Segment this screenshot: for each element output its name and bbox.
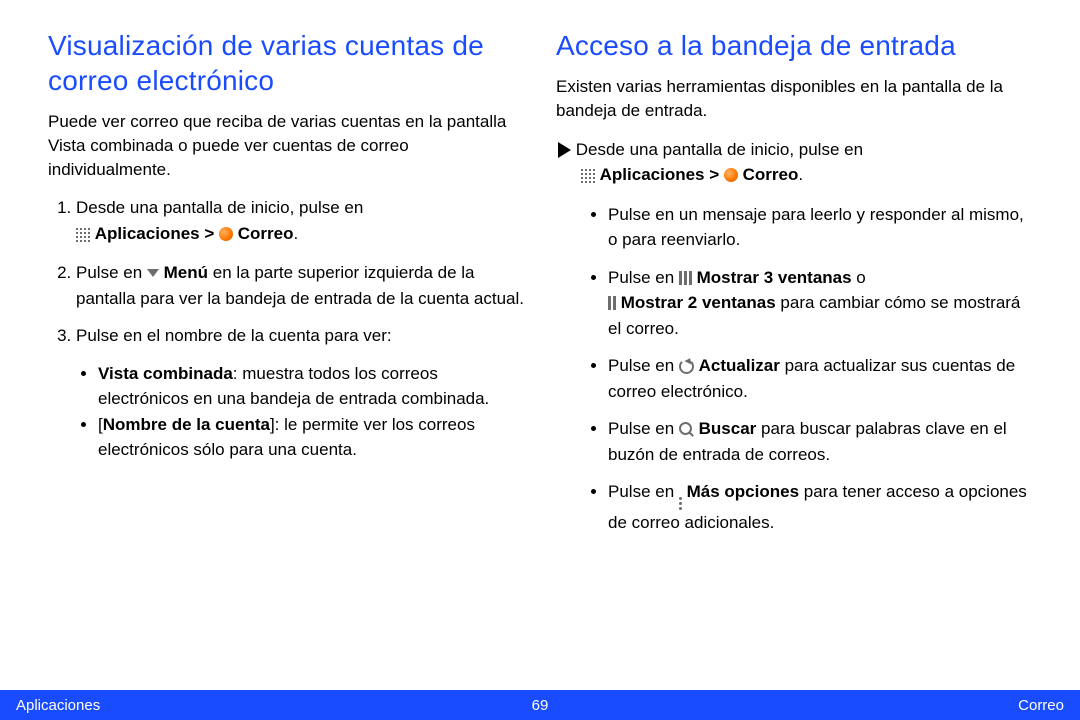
b5-more: Más opciones <box>687 482 799 501</box>
step-1-text-a: Desde una pantalla de inicio, pulse en <box>76 198 363 217</box>
apps-grid-icon <box>76 223 90 249</box>
step-3-text: Pulse en el nombre de la cuenta para ver… <box>76 326 392 345</box>
lead-step-right: Desde una pantalla de inicio, pulse en A… <box>556 137 1032 190</box>
step-1-apps: Aplicaciones <box>95 224 200 243</box>
b5-prefix: Pulse en <box>608 482 679 501</box>
b2-prefix: Pulse en <box>608 268 679 287</box>
intro-paragraph-right: Existen varias herramientas disponibles … <box>556 75 1032 123</box>
b2-show2: Mostrar 2 ventanas <box>621 293 776 312</box>
lead-apps: Aplicaciones <box>600 165 705 184</box>
footer-left: Aplicaciones <box>16 697 100 714</box>
step-1-mail: Correo <box>238 224 294 243</box>
step-1-greater: > <box>200 224 219 243</box>
page-footer: Aplicaciones 69 Correo <box>0 690 1080 720</box>
dropdown-caret-icon <box>147 269 159 277</box>
left-column: Visualización de varias cuentas de corre… <box>48 28 524 548</box>
b4-prefix: Pulse en <box>608 419 679 438</box>
bullet-1-bold: Vista combinada <box>98 364 233 383</box>
search-icon <box>679 422 694 437</box>
step-3-bullet-2: [Nombre de la cuenta]: le permite ver lo… <box>98 412 524 463</box>
refresh-icon <box>679 359 694 374</box>
step-2: Pulse en Menú en la parte superior izqui… <box>76 260 524 311</box>
footer-page-number: 69 <box>532 697 549 714</box>
step-1: Desde una pantalla de inicio, pulse en A… <box>76 195 524 248</box>
inbox-tools-list: Pulse en un mensaje para leerlo y respon… <box>556 202 1032 536</box>
right-column: Acceso a la bandeja de entrada Existen v… <box>556 28 1032 548</box>
document-page: Visualización de varias cuentas de corre… <box>0 0 1080 720</box>
inbox-bullet-2: Pulse en Mostrar 3 ventanas o Mostrar 2 … <box>608 265 1032 342</box>
inbox-bullet-5: Pulse en Más opciones para tener acceso … <box>608 479 1032 536</box>
inbox-bullet-3: Pulse en Actualizar para actualizar sus … <box>608 353 1032 404</box>
lead-mail: Correo <box>743 165 799 184</box>
two-pane-icon <box>608 296 616 310</box>
section-heading-right: Acceso a la bandeja de entrada <box>556 28 1032 63</box>
lead-period: . <box>798 165 803 184</box>
intro-paragraph-left: Puede ver correo que reciba de varias cu… <box>48 110 524 181</box>
footer-right: Correo <box>1018 697 1064 714</box>
mail-app-icon <box>724 168 738 182</box>
step-3-sublist: Vista combinada: muestra todos los corre… <box>76 361 524 463</box>
step-3-bullet-1: Vista combinada: muestra todos los corre… <box>98 361 524 412</box>
section-heading-left: Visualización de varias cuentas de corre… <box>48 28 524 98</box>
three-pane-icon <box>679 271 692 285</box>
bullet-2-bold: Nombre de la cuenta <box>103 415 270 434</box>
apps-grid-icon <box>581 164 595 190</box>
step-1-period: . <box>293 224 298 243</box>
b3-refresh: Actualizar <box>699 356 780 375</box>
inbox-bullet-4: Pulse en Buscar para buscar palabras cla… <box>608 416 1032 467</box>
more-options-icon <box>679 497 682 510</box>
step-2-text-a: Pulse en <box>76 263 147 282</box>
lead-greater: > <box>705 165 724 184</box>
numbered-steps-left: Desde una pantalla de inicio, pulse en A… <box>48 195 524 463</box>
b2-show3: Mostrar 3 ventanas <box>697 268 852 287</box>
lead-text-a: Desde una pantalla de inicio, pulse en <box>576 140 863 159</box>
step-2-menu: Menú <box>164 263 208 282</box>
b2-mid: o <box>852 268 866 287</box>
mail-app-icon <box>219 227 233 241</box>
b3-prefix: Pulse en <box>608 356 679 375</box>
play-triangle-icon <box>558 142 571 158</box>
two-column-layout: Visualización de varias cuentas de corre… <box>0 0 1080 548</box>
step-3: Pulse en el nombre de la cuenta para ver… <box>76 323 524 463</box>
b4-search: Buscar <box>699 419 757 438</box>
inbox-bullet-1: Pulse en un mensaje para leerlo y respon… <box>608 202 1032 253</box>
